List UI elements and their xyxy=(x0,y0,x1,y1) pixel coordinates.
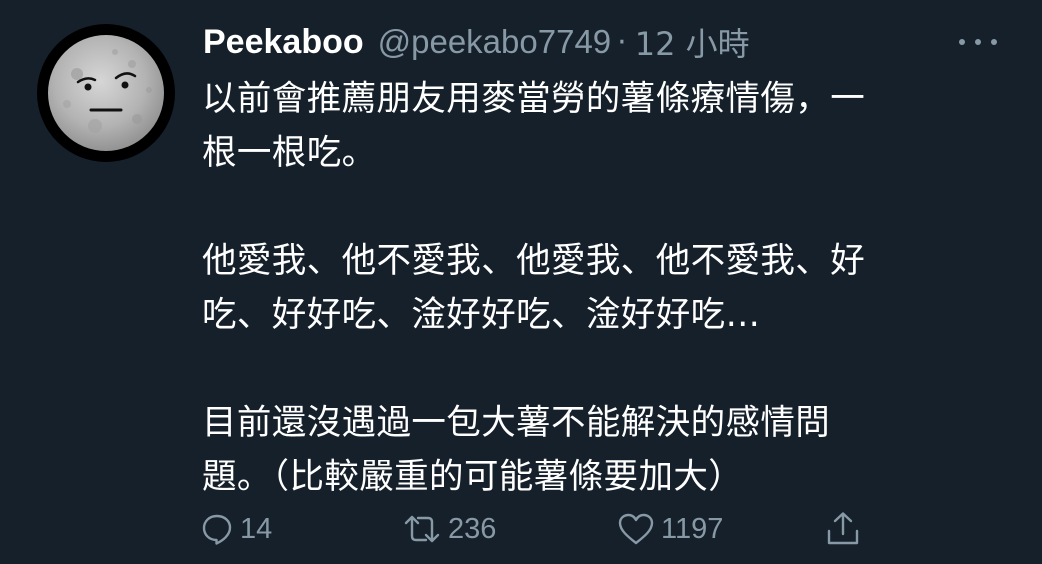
more-horizontal-icon xyxy=(959,39,997,45)
moon-face-icon xyxy=(48,35,164,151)
tweet-paragraph: 他愛我、他不愛我、他愛我、他不愛我、好 吃、好好吃、淦好好吃、淦好好吃… xyxy=(202,234,1002,342)
reply-count: 14 xyxy=(240,512,273,545)
user-handle[interactable]: @peekabo7749 xyxy=(378,23,612,61)
tweet-text: 以前會推薦朋友用麥當勞的薯條療情傷，一 根一根吃。 他愛我、他不愛我、他愛我、他… xyxy=(202,72,1002,504)
retweet-button[interactable]: 236 xyxy=(402,505,496,553)
tweet-line: 以前會推薦朋友用麥當勞的薯條療情傷，一 xyxy=(202,79,866,119)
share-button[interactable] xyxy=(824,505,862,553)
tweet-line: 目前還沒遇過一包大薯不能解決的感情問 xyxy=(202,403,831,443)
tweet-line: 吃、好好吃、淦好好吃、淦好好吃… xyxy=(202,295,761,335)
header-separator: · xyxy=(617,24,627,60)
share-icon xyxy=(827,512,859,545)
tweet: Peekaboo @peekabo7749 · 12 小時 以前會推薦朋友用麥當… xyxy=(0,0,1042,564)
timestamp[interactable]: 12 小時 xyxy=(635,19,750,65)
tweet-line: 題。（比較嚴重的可能薯條要加大） xyxy=(202,457,744,497)
like-button[interactable]: 1197 xyxy=(617,505,723,553)
tweet-actions: 14 236 1197 xyxy=(0,505,1042,553)
tweet-paragraph: 以前會推薦朋友用麥當勞的薯條療情傷，一 根一根吃。 xyxy=(202,72,1002,180)
like-count: 1197 xyxy=(661,512,724,545)
tweet-line: 根一根吃。 xyxy=(202,133,377,173)
display-name[interactable]: Peekaboo xyxy=(203,23,364,62)
tweet-paragraph: 目前還沒遇過一包大薯不能解決的感情問 題。（比較嚴重的可能薯條要加大） xyxy=(202,396,1002,504)
reply-button[interactable]: 14 xyxy=(200,505,272,553)
avatar[interactable] xyxy=(37,24,175,162)
heart-icon xyxy=(618,513,654,545)
tweet-line: 他愛我、他不愛我、他愛我、他不愛我、好 xyxy=(202,241,866,281)
reply-icon xyxy=(202,514,232,545)
retweet-count: 236 xyxy=(448,512,497,545)
more-options-button[interactable] xyxy=(954,26,1002,58)
retweet-icon xyxy=(404,515,440,543)
tweet-header: Peekaboo @peekabo7749 · 12 小時 xyxy=(203,20,750,64)
